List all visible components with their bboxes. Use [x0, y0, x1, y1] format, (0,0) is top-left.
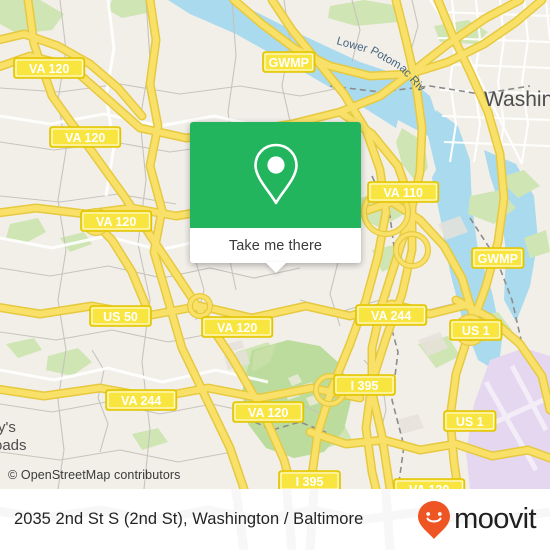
map-canvas[interactable]: Lower Potomac Riv Washin y's oads GWMPVA… — [0, 0, 550, 489]
place-label-washington: Washin — [484, 88, 550, 111]
map-pin-icon — [253, 143, 298, 205]
shield-label: US 1 — [462, 324, 490, 338]
highway-shield: US 50 — [89, 305, 152, 327]
popup-icon-area — [190, 122, 361, 228]
shield-label: VA 120 — [248, 406, 288, 420]
moovit-brand: moovit — [415, 499, 537, 541]
shield-label: VA 120 — [96, 215, 136, 229]
shield-label: VA 120 — [65, 131, 105, 145]
take-me-there-label: Take me there — [228, 237, 323, 254]
moovit-pin-smile-icon — [418, 500, 451, 539]
highway-shield: VA 120 — [393, 478, 466, 489]
place-label-line2: oads — [0, 437, 27, 454]
footer-bar: 2035 2nd St S (2nd St), Washington / Bal… — [0, 489, 550, 550]
shield-label: VA 244 — [121, 394, 161, 408]
highway-shield: I 395 — [333, 374, 396, 396]
shield-label: GWMP — [478, 252, 518, 266]
osm-attribution: © OpenStreetMap contributors — [8, 468, 181, 482]
shield-label: VA 120 — [29, 62, 69, 76]
popup-action-area[interactable]: Take me there — [190, 228, 361, 263]
location-popup[interactable]: Take me there — [190, 122, 361, 273]
highway-shield: VA 120 — [80, 210, 153, 232]
highway-shield: VA 120 — [49, 126, 122, 148]
highway-shield: GWMP — [471, 247, 525, 269]
popup-tail — [264, 262, 287, 273]
highway-shield: VA 244 — [355, 304, 428, 326]
shield-label: US 50 — [103, 310, 138, 324]
shield-label: VA 244 — [371, 309, 411, 323]
highway-shield: VA 120 — [201, 316, 274, 338]
highway-shield: US 1 — [443, 410, 497, 432]
highway-shield: VA 110 — [367, 181, 440, 203]
shield-label: VA 120 — [217, 321, 257, 335]
address-label: 2035 2nd St S (2nd St), Washington / Bal… — [14, 510, 364, 528]
shield-label: US 1 — [456, 415, 484, 429]
highway-shield: I 395 — [278, 470, 341, 489]
shield-label: GWMP — [269, 56, 309, 70]
highway-shield: VA 120 — [232, 401, 305, 423]
shield-label: I 395 — [296, 475, 324, 489]
highway-shield: VA 120 — [13, 57, 86, 79]
highway-shield: VA 244 — [105, 389, 178, 411]
moovit-wordmark: moovit — [454, 503, 536, 535]
shield-label: VA 110 — [383, 186, 423, 200]
highway-shield: US 1 — [449, 319, 503, 341]
shield-label: I 395 — [351, 379, 379, 393]
moovit-map-screenshot: Lower Potomac Riv Washin y's oads GWMPVA… — [0, 0, 550, 550]
highway-shield: GWMP — [262, 51, 316, 73]
place-label-line1: y's — [0, 419, 16, 436]
